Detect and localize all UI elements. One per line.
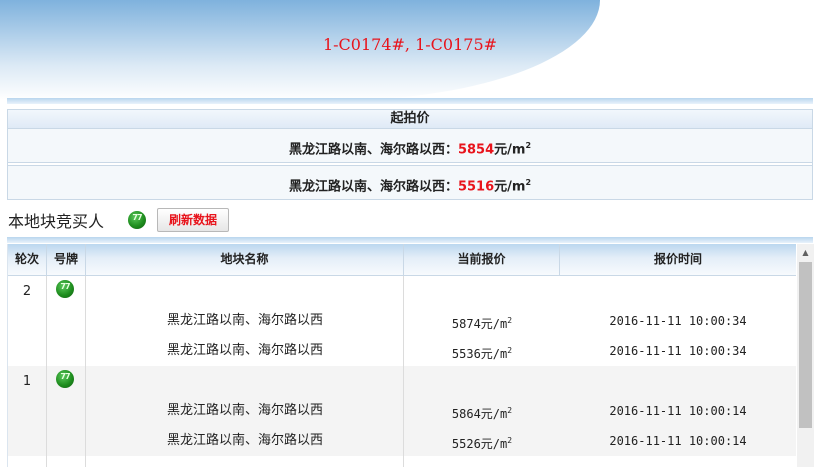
bidder-badge-icon[interactable] bbox=[56, 280, 74, 298]
bid-line: 黑龙江路以南、海尔路以西 5526元/m2 2016-11-11 10:00:1… bbox=[8, 426, 796, 456]
lot-name: 黑龙江路以南、海尔路以西 bbox=[166, 343, 323, 358]
round-number: 1 bbox=[22, 374, 32, 389]
bid-time: 2016-11-11 10:00:14 bbox=[609, 404, 747, 418]
column-header-lot-name: 地块名称 bbox=[86, 244, 404, 275]
column-header-bid-time: 报价时间 bbox=[653, 252, 702, 266]
scrollbar-thumb[interactable] bbox=[799, 262, 812, 428]
bids-table: 轮次 号牌 地块名称 当前报价 报价时间 2 黑龙江路以南、海尔路以西 5874… bbox=[7, 244, 814, 467]
start-price-panel: 起拍价 黑龙江路以南、海尔路以西：5854元/m2 黑龙江路以南、海尔路以西：5… bbox=[7, 109, 813, 200]
divider-rule bbox=[7, 237, 813, 243]
current-price: 5526元/m2 bbox=[451, 436, 513, 451]
bid-line: 黑龙江路以南、海尔路以西 5874元/m2 2016-11-11 10:00:3… bbox=[8, 306, 796, 336]
column-divider bbox=[46, 456, 47, 467]
current-price: 5864元/m2 bbox=[451, 406, 513, 421]
lot-name: 黑龙江路以南、海尔路以西 bbox=[166, 433, 323, 448]
bidders-section-title: 本地块竞买人 bbox=[8, 212, 105, 231]
bid-time: 2016-11-11 10:00:34 bbox=[609, 344, 747, 358]
price-unit: 元/m bbox=[494, 179, 526, 195]
bidder-badge-icon bbox=[128, 211, 146, 229]
vertical-scrollbar[interactable]: ▲ bbox=[797, 244, 814, 467]
current-price: 5874元/m2 bbox=[451, 316, 513, 331]
start-price-heading: 起拍价 bbox=[8, 110, 812, 129]
round-number: 2 bbox=[22, 284, 32, 299]
column-header-round: 轮次 bbox=[8, 244, 47, 275]
bid-time: 2016-11-11 10:00:14 bbox=[609, 434, 747, 448]
price-unit-sup: 2 bbox=[525, 178, 532, 187]
current-price: 5536元/m2 bbox=[451, 346, 513, 361]
price-value: 5516 bbox=[457, 179, 495, 195]
price-value: 5854 bbox=[457, 142, 495, 158]
price-location: 黑龙江路以南、海尔路以西： bbox=[288, 142, 458, 158]
start-price-row: 黑龙江路以南、海尔路以西：5854元/m2 bbox=[8, 129, 812, 163]
table-body: 2 黑龙江路以南、海尔路以西 5874元/m2 2016-11-11 10:00… bbox=[8, 276, 796, 467]
bid-line: 黑龙江路以南、海尔路以西 5864元/m2 2016-11-11 10:00:1… bbox=[8, 396, 796, 426]
column-divider bbox=[403, 456, 404, 467]
start-price-row: 黑龙江路以南、海尔路以西：5516元/m2 bbox=[8, 165, 812, 199]
column-header-badge: 号牌 bbox=[47, 244, 86, 275]
table-row bbox=[8, 456, 796, 467]
column-divider bbox=[85, 456, 86, 467]
table-row: 1 黑龙江路以南、海尔路以西 5864元/m2 2016-11-11 10:00… bbox=[8, 366, 796, 456]
price-location: 黑龙江路以南、海尔路以西： bbox=[288, 179, 458, 195]
bid-line: 黑龙江路以南、海尔路以西 5536元/m2 2016-11-11 10:00:3… bbox=[8, 336, 796, 366]
price-unit-sup: 2 bbox=[525, 141, 532, 150]
table-row: 2 黑龙江路以南、海尔路以西 5874元/m2 2016-11-11 10:00… bbox=[8, 276, 796, 366]
price-unit: 元/m bbox=[494, 142, 526, 158]
column-header-current-price: 当前报价 bbox=[404, 244, 560, 275]
banner: 1-C0174#, 1-C0175# bbox=[0, 0, 819, 108]
table-header: 轮次 号牌 地块名称 当前报价 报价时间 bbox=[8, 244, 796, 276]
lot-name: 黑龙江路以南、海尔路以西 bbox=[166, 403, 323, 418]
divider-rule bbox=[7, 98, 813, 104]
refresh-data-button[interactable]: 刷新数据 bbox=[157, 208, 229, 232]
bid-time: 2016-11-11 10:00:34 bbox=[609, 314, 747, 328]
arrow-up-icon[interactable]: ▲ bbox=[797, 244, 814, 261]
lot-codes-title: 1-C0174#, 1-C0175# bbox=[322, 35, 498, 54]
lot-name: 黑龙江路以南、海尔路以西 bbox=[166, 313, 323, 328]
bidder-badge-icon[interactable] bbox=[56, 370, 74, 388]
